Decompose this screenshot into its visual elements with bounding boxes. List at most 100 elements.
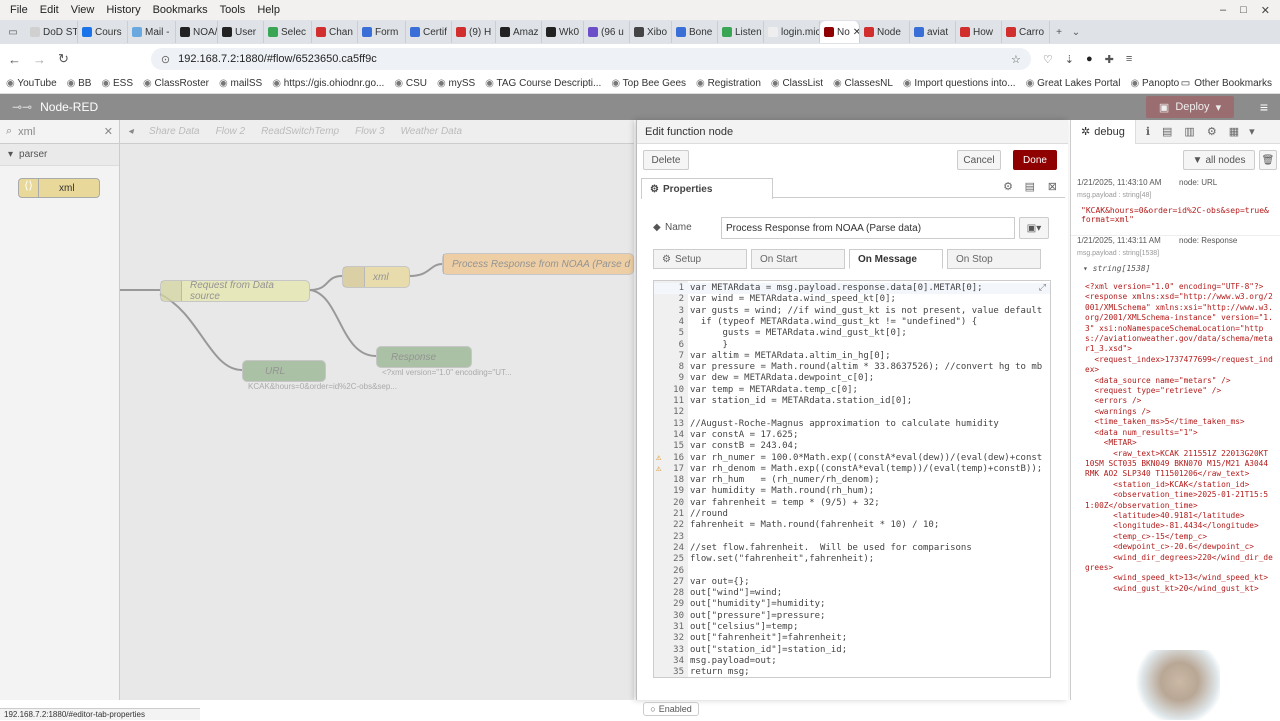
browser-tab[interactable]: login.mic [764, 21, 820, 43]
reload-icon[interactable]: ↻ [58, 51, 69, 67]
maximize-icon[interactable]: □ [1240, 4, 1247, 16]
tab-setup[interactable]: ⚙ Setup [653, 249, 747, 269]
bookmark-item[interactable]: ◉ TAG Course Descripti... [485, 78, 601, 89]
bookmark-item[interactable]: ◉ YouTube [6, 78, 57, 89]
properties-tab[interactable]: ⚙ Properties [641, 178, 773, 199]
flow-node-process[interactable]: Process Response from NOAA (Parse d [442, 253, 634, 275]
menu-help[interactable]: Help [251, 4, 286, 16]
palette-search[interactable]: ⌕ xml ✕ [0, 120, 119, 144]
context-icon[interactable]: ▥ [1184, 125, 1194, 138]
new-tab-icon[interactable]: + [1050, 27, 1068, 38]
browser-tab[interactable]: DoD STE [26, 21, 78, 43]
menu-file[interactable]: File [4, 4, 34, 16]
bookmark-item[interactable]: ◉ Great Lakes Portal [1026, 78, 1121, 89]
dashboard-icon[interactable]: ▦ [1229, 125, 1239, 138]
forward-icon[interactable]: → [33, 52, 46, 67]
node-settings-icon[interactable]: ⚙ [1003, 180, 1013, 193]
tab-share-data[interactable]: Share Data [141, 126, 208, 137]
menu-tools[interactable]: Tools [214, 4, 252, 16]
clear-search-icon[interactable]: ✕ [104, 125, 113, 138]
account-icon[interactable]: ● [1086, 53, 1093, 65]
browser-tab[interactable]: Mail - [128, 21, 176, 43]
sidebar-dropdown-icon[interactable]: ▾ [1249, 125, 1255, 138]
browser-tab[interactable]: (9) H [452, 21, 496, 43]
tab-on-message[interactable]: On Message [849, 249, 943, 269]
delete-button[interactable]: Delete [643, 150, 689, 170]
browser-tab[interactable]: Listen [718, 21, 764, 43]
node-description-icon[interactable]: ▤ [1025, 180, 1035, 193]
browser-tab[interactable]: Bone [672, 21, 718, 43]
close-tab-icon[interactable]: ✕ [853, 27, 859, 38]
browser-tab[interactable]: Cours [78, 21, 128, 43]
browser-tab[interactable]: (96 u [584, 21, 630, 43]
menu-bookmarks[interactable]: Bookmarks [147, 4, 214, 16]
expand-editor-icon[interactable]: ⤢ [1039, 283, 1046, 293]
flow-node-request[interactable]: Request from Data source [160, 280, 310, 302]
browser-tab[interactable]: Amaz [496, 21, 542, 43]
palette-category-parser[interactable]: ▾ parser [0, 144, 119, 166]
app-menu-icon[interactable]: ≡ [1126, 53, 1132, 65]
menu-history[interactable]: History [100, 4, 146, 16]
icon-picker-button[interactable]: ▣▾ [1019, 217, 1049, 239]
bookmark-item[interactable]: ◉ Panopto [1130, 78, 1179, 89]
flow-node-response[interactable]: Response [376, 346, 472, 368]
tab-readswitchtemp[interactable]: ReadSwitchTemp [253, 126, 347, 137]
bookmark-item[interactable]: ◉ ClassRoster [143, 78, 209, 89]
debug-filter-button[interactable]: ▼ all nodes [1183, 150, 1255, 170]
bookmark-item[interactable]: ◉ ClassList [771, 78, 823, 89]
url-bar[interactable]: ⊙ 192.168.7.2:1880/#flow/6523650.ca5ff9c… [150, 48, 1031, 70]
tab-flow-3[interactable]: Flow 3 [347, 126, 392, 137]
browser-tab[interactable]: aviat [910, 21, 956, 43]
menu-edit[interactable]: Edit [34, 4, 65, 16]
browser-tab[interactable]: Chan [312, 21, 358, 43]
debug-msg2-summary[interactable]: ▾ string[1538] [1083, 264, 1150, 273]
minimize-icon[interactable]: – [1220, 4, 1226, 16]
browser-tab[interactable]: Selec [264, 21, 312, 43]
deploy-button[interactable]: ▣ Deploy ▾ [1146, 96, 1234, 118]
other-bookmarks[interactable]: ▭ Other Bookmarks [1181, 78, 1272, 89]
browser-tab[interactable]: Certif [406, 21, 452, 43]
node-appearance-icon[interactable]: ⊠ [1048, 180, 1057, 193]
back-icon[interactable]: ← [8, 52, 21, 67]
sidebar-tab-debug[interactable]: ✲ debug [1071, 119, 1136, 144]
menu-view[interactable]: View [65, 4, 101, 16]
downloads-icon[interactable]: ⇣ [1065, 53, 1074, 66]
bookmark-item[interactable]: ◉ Top Bee Gees [611, 78, 686, 89]
cancel-button[interactable]: Cancel [957, 150, 1001, 170]
browser-tab[interactable]: Carro [1002, 21, 1050, 43]
browser-tab[interactable]: Xibo [630, 21, 672, 43]
enabled-toggle[interactable]: ○ Enabled [643, 702, 699, 716]
tab-overflow-icon[interactable]: ⌄ [1068, 27, 1084, 38]
clear-debug-button[interactable]: 🗑 [1259, 150, 1277, 170]
flow-node-xml[interactable]: xml [342, 266, 410, 288]
extensions-icon[interactable]: ✚ [1105, 53, 1114, 66]
tab-on-start[interactable]: On Start [751, 249, 845, 269]
tab-flow-2[interactable]: Flow 2 [208, 126, 253, 137]
workspace-tab-scroll-icon[interactable]: ◂ [120, 126, 141, 137]
done-button[interactable]: Done [1013, 150, 1057, 170]
palette-node-xml[interactable]: ⟨⟩ xml [18, 178, 100, 198]
bookmark-item[interactable]: ◉ ESS [101, 78, 133, 89]
tab-list-icon[interactable]: ▭ [0, 27, 26, 38]
browser-tab[interactable]: No✕ [820, 21, 860, 43]
info-icon[interactable]: ℹ [1146, 125, 1150, 138]
pocket-icon[interactable]: ♡ [1043, 53, 1053, 66]
tab-on-stop[interactable]: On Stop [947, 249, 1041, 269]
browser-tab[interactable]: Form [358, 21, 406, 43]
bookmark-item[interactable]: ◉ mySS [437, 78, 475, 89]
code-editor[interactable]: 1 var METARdata = msg.payload.response.da… [653, 280, 1051, 678]
browser-tab[interactable]: NOA/ [176, 21, 218, 43]
bookmark-item[interactable]: ◉ mailSS [219, 78, 262, 89]
bookmark-star-icon[interactable]: ☆ [1011, 53, 1021, 66]
browser-tab[interactable]: How [956, 21, 1002, 43]
config-icon[interactable]: ⚙ [1207, 125, 1217, 138]
main-menu-icon[interactable]: ≡ [1260, 99, 1268, 115]
bookmark-item[interactable]: ◉ ClassesNL [833, 78, 893, 89]
name-input[interactable]: Process Response from NOAA (Parse data) [721, 217, 1015, 239]
close-window-icon[interactable]: ✕ [1261, 4, 1270, 17]
bookmark-item[interactable]: ◉ CSU [394, 78, 427, 89]
site-info-icon[interactable]: ⊙ [161, 53, 170, 66]
bookmark-item[interactable]: ◉ Import questions into... [903, 78, 1016, 89]
bookmark-item[interactable]: ◉ BB [67, 78, 92, 89]
browser-tab[interactable]: Wk0 [542, 21, 584, 43]
